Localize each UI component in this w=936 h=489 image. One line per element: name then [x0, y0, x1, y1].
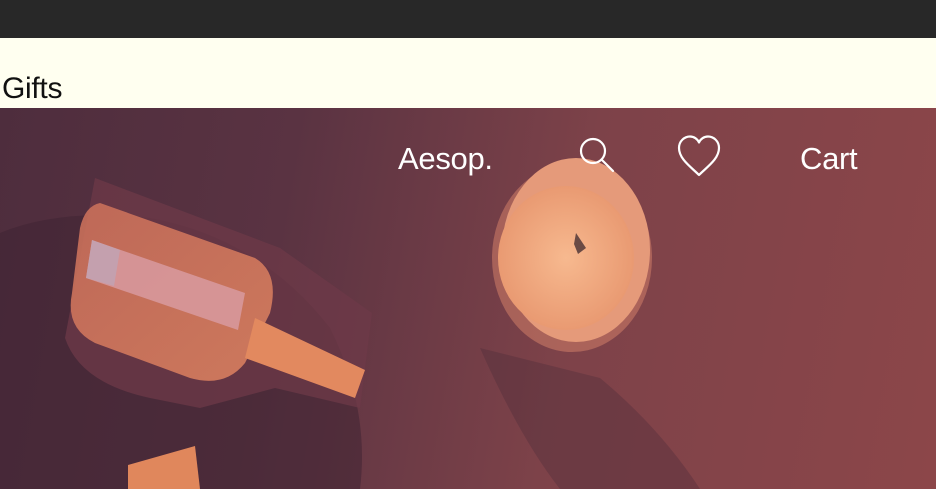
cart-link[interactable]: Cart	[800, 140, 858, 178]
top-bar	[0, 0, 936, 38]
hero-image: Aesop. Cart	[0, 108, 936, 489]
promo-banner: Gifts	[0, 38, 936, 108]
main-nav: Aesop. Cart	[0, 108, 936, 218]
brand-logo[interactable]: Aesop.	[398, 140, 493, 178]
heart-icon[interactable]	[676, 134, 722, 180]
banner-label[interactable]: Gifts	[2, 72, 62, 106]
search-icon[interactable]	[578, 136, 616, 174]
